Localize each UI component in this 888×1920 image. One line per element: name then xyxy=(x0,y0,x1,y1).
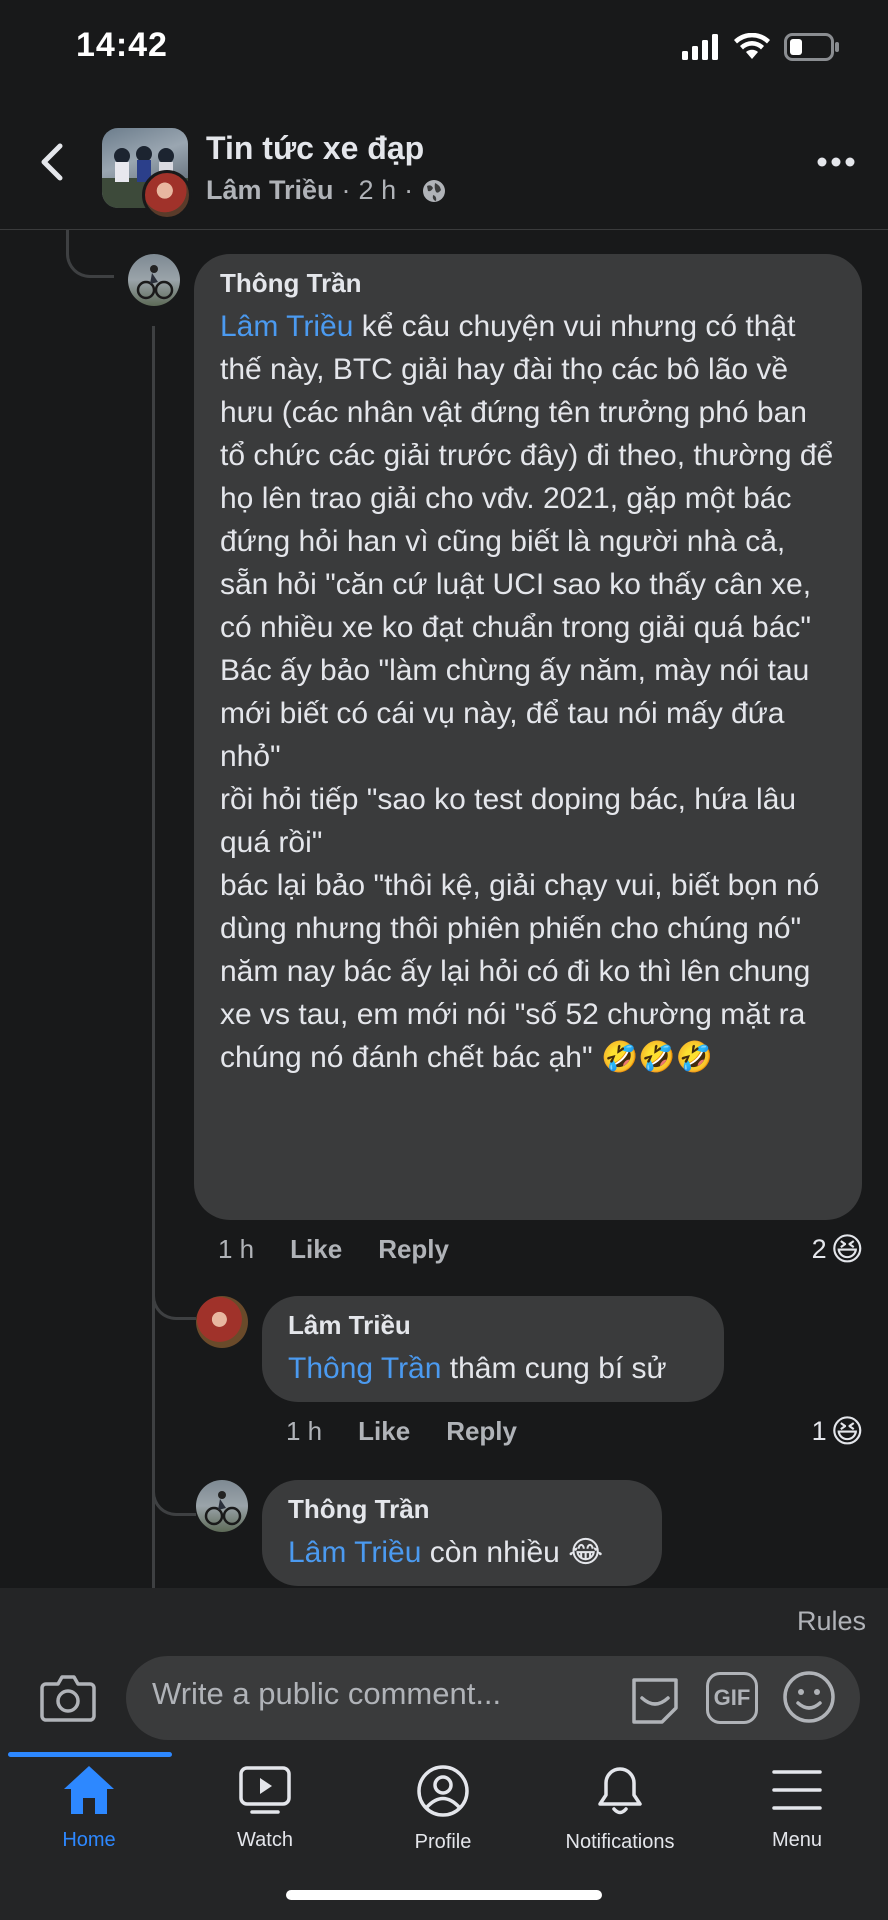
watch-icon xyxy=(239,1766,291,1814)
post-time[interactable]: 2 h xyxy=(359,175,397,206)
gif-button[interactable]: GIF xyxy=(706,1672,758,1724)
haha-reaction-icon: 😆 xyxy=(830,1413,864,1449)
reply-body: còn nhiều 😂 xyxy=(421,1536,604,1569)
like-button[interactable]: Like xyxy=(358,1416,410,1447)
comment-text: Lâm Triều kể câu chuyện vui nhưng có thậ… xyxy=(220,305,836,1079)
reply-button[interactable]: Reply xyxy=(446,1416,517,1447)
reply-body: thâm cung bí sử xyxy=(441,1352,667,1385)
more-options-button[interactable] xyxy=(816,152,856,172)
author-avatar-small[interactable] xyxy=(142,170,192,220)
reply-avatar[interactable] xyxy=(196,1480,248,1532)
back-button[interactable] xyxy=(34,140,70,184)
active-tab-indicator xyxy=(8,1752,172,1757)
rules-link[interactable]: Rules xyxy=(797,1606,866,1637)
bell-icon xyxy=(598,1767,642,1815)
like-button[interactable]: Like xyxy=(290,1234,342,1265)
comment-body: kể câu chuyện vui nhưng có thật thế này,… xyxy=(220,310,834,1074)
tab-profile[interactable]: Profile xyxy=(368,1764,518,1854)
avatar-sticker-button[interactable] xyxy=(628,1672,682,1724)
reply-author[interactable]: Lâm Triều xyxy=(288,1310,698,1341)
haha-reaction-icon: 😆 xyxy=(830,1231,864,1267)
group-title[interactable]: Tin tức xe đạp xyxy=(206,130,424,167)
meta-separator: · xyxy=(341,175,351,205)
reply-bubble[interactable]: Thông Trần Lâm Triều còn nhiều 😂 xyxy=(262,1480,662,1586)
reply-avatar[interactable] xyxy=(196,1296,248,1348)
chevron-left-icon xyxy=(41,143,63,181)
tab-menu[interactable]: Menu xyxy=(722,1764,872,1852)
reply-text: Thông Trần thâm cung bí sử xyxy=(288,1347,698,1390)
thread-line-vertical xyxy=(152,326,155,1588)
camera-icon xyxy=(40,1675,96,1722)
tab-home[interactable]: Home xyxy=(14,1764,164,1852)
reply-button[interactable]: Reply xyxy=(378,1234,449,1265)
reaction-count: 2 xyxy=(811,1233,827,1264)
tab-label: Profile xyxy=(414,1831,472,1853)
tab-notifications[interactable]: Notifications xyxy=(545,1764,695,1854)
cyclist-photo xyxy=(204,1491,242,1526)
comment-author[interactable]: Thông Trần xyxy=(220,268,836,299)
globe-icon xyxy=(423,179,446,202)
cellular-signal-icon xyxy=(682,34,718,60)
status-icons xyxy=(682,30,840,64)
emoji-button[interactable] xyxy=(782,1670,836,1724)
tab-label: Home xyxy=(62,1829,116,1851)
wifi-icon xyxy=(734,33,770,59)
home-indicator xyxy=(286,1890,602,1900)
post-author[interactable]: Lâm Triều xyxy=(206,175,334,206)
home-icon xyxy=(64,1766,114,1814)
comment-avatar[interactable] xyxy=(128,254,180,306)
tab-label: Notifications xyxy=(565,1831,675,1853)
mention-link[interactable]: Lâm Triều xyxy=(220,310,353,343)
post-meta: Lâm Triều · 2 h · xyxy=(206,175,447,206)
thread-connector-reply-2 xyxy=(152,1470,196,1516)
tab-watch[interactable]: Watch xyxy=(190,1764,340,1852)
reply-actions: 1 h Like Reply xyxy=(286,1416,517,1447)
reply-time[interactable]: 1 h xyxy=(286,1416,322,1447)
thread-connector-top xyxy=(66,230,114,278)
comment-time[interactable]: 1 h xyxy=(218,1234,254,1265)
reply-author[interactable]: Thông Trần xyxy=(288,1494,636,1525)
tab-label: Menu xyxy=(771,1829,823,1851)
gif-label: GIF xyxy=(713,1685,751,1710)
comment-placeholder: Write a public comment... xyxy=(152,1676,502,1711)
battery-icon xyxy=(784,33,839,61)
thread-connector-reply-1 xyxy=(152,1270,196,1320)
more-icon xyxy=(817,157,855,167)
status-time: 14:42 xyxy=(76,26,168,64)
cyclist-photo xyxy=(136,265,174,300)
reaction-summary[interactable]: 2 😆 xyxy=(812,1230,864,1268)
reply-bubble[interactable]: Lâm Triều Thông Trần thâm cung bí sử xyxy=(262,1296,724,1402)
reaction-summary[interactable]: 1 😆 xyxy=(812,1412,864,1450)
reaction-count: 1 xyxy=(811,1415,827,1446)
avatar-sticker-icon xyxy=(632,1678,678,1724)
smiley-icon xyxy=(783,1671,835,1723)
profile-icon xyxy=(417,1765,469,1817)
mention-link[interactable]: Thông Trần xyxy=(288,1352,441,1385)
tab-label: Watch xyxy=(237,1829,293,1851)
mention-link[interactable]: Lâm Triều xyxy=(288,1536,421,1569)
comment-actions: 1 h Like Reply xyxy=(218,1234,449,1265)
comment-bubble[interactable]: Thông Trần Lâm Triều kể câu chuyện vui n… xyxy=(194,254,862,1220)
menu-icon xyxy=(772,1770,822,1810)
reply-text: Lâm Triều còn nhiều 😂 xyxy=(288,1531,636,1574)
meta-separator: · xyxy=(404,175,414,205)
camera-button[interactable] xyxy=(40,1672,96,1722)
